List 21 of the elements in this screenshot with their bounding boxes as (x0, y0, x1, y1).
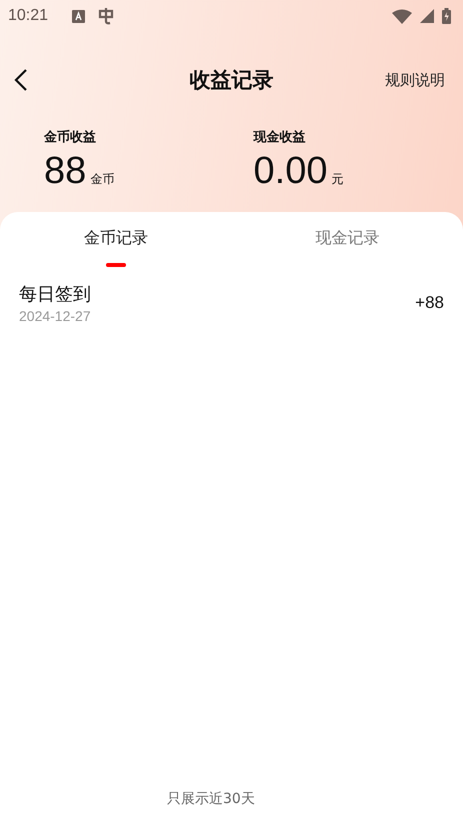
status-time: 10:21 (8, 7, 48, 25)
stat-label: 金币收益 (44, 128, 97, 146)
stat-unit: 金币 (90, 171, 114, 188)
tab-indicator (106, 263, 126, 267)
record-amount: +88 (415, 293, 444, 313)
signal-icon (420, 9, 434, 23)
record-date: 2024-12-27 (19, 308, 91, 324)
record-title: 每日签到 (19, 283, 91, 306)
page-title: 收益记录 (190, 67, 274, 94)
rules-link[interactable]: 规则说明 (385, 70, 445, 90)
tab[interactable]: 金币记录 (0, 212, 232, 268)
tab[interactable]: 现金记录 (232, 212, 463, 268)
stat-value: 88 (44, 152, 86, 190)
stat-unit: 元 (331, 171, 344, 188)
wifi-icon (392, 8, 412, 24)
battery-icon (442, 8, 451, 24)
stat-label: 现金收益 (254, 129, 306, 146)
stat-value: 0.00 (254, 152, 328, 190)
footer-note: 只展示近30天 (167, 791, 255, 807)
keyboard-icon (72, 10, 86, 22)
back-icon[interactable] (14, 68, 28, 92)
